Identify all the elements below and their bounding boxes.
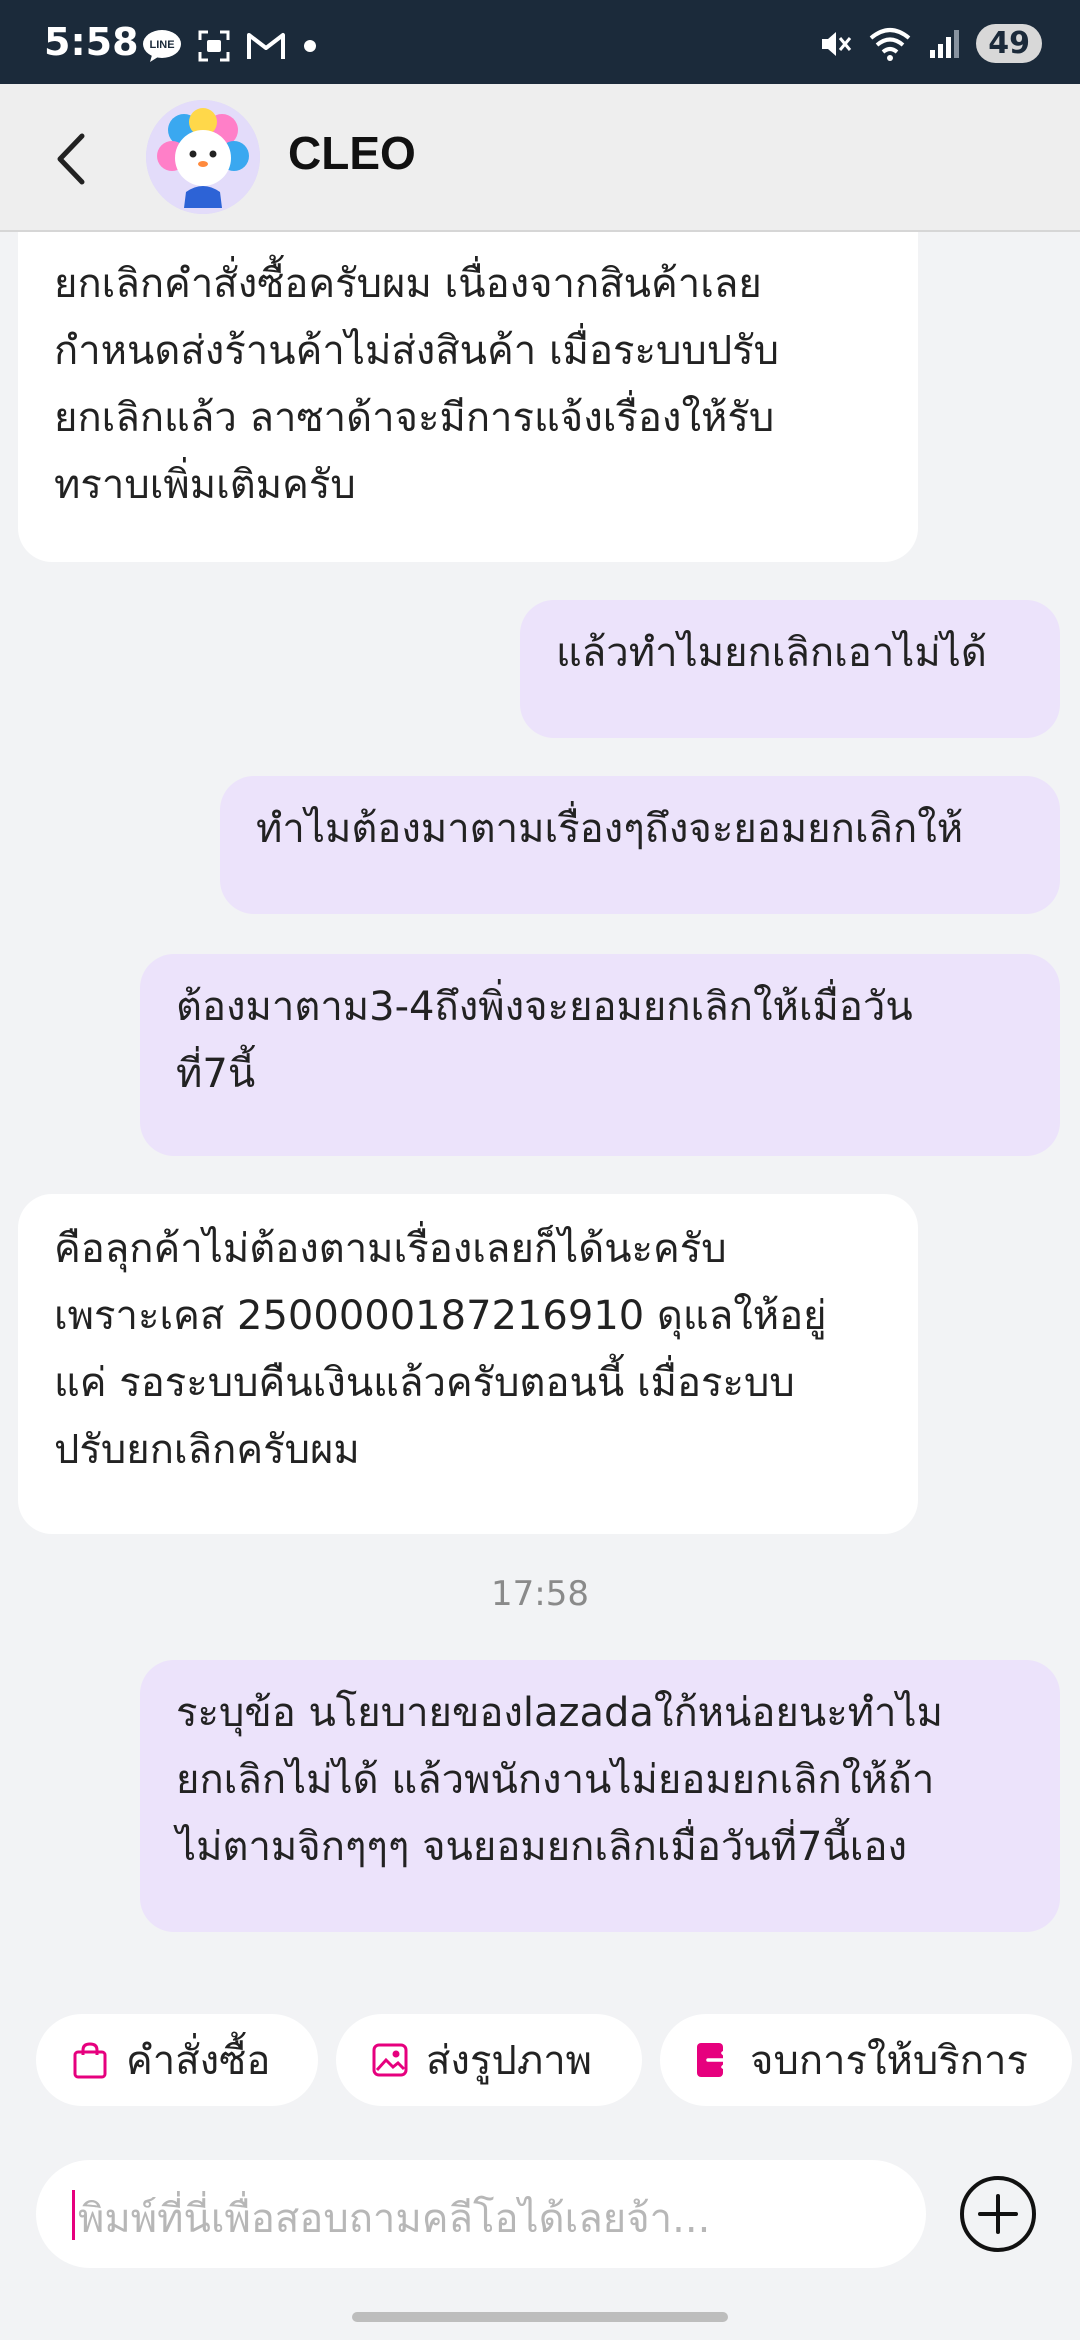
status-time: 5:58 [44, 20, 139, 64]
message-line: ต้องมาตาม3-4ถึงพิ่งจะยอมยกเลิกให้เมื่อวั… [176, 984, 913, 1030]
exit-icon [697, 2043, 732, 2077]
message-line: แค่ รอระบบคืนเงินแล้วครับตอนนี้ เมื่อระบ… [54, 1360, 795, 1406]
message-line: ที่7นี้ [176, 1051, 256, 1097]
mute-icon [822, 31, 852, 56]
orders-chip[interactable]: คำสั่งซื้อ [36, 2014, 318, 2106]
status-bar: 5:58 LINE 49 [0, 0, 1080, 84]
message-line: ไม่ตามจิกๆๆๆ จนยอมยกเลิกเมื่อวันที่7นี้เ… [176, 1824, 908, 1870]
incoming-message: 2500000187216910 ได้ส่งต่อเรื่อง ยกเลิกค… [18, 232, 918, 562]
message-line: 2500000187216910 ได้ส่งต่อเรื่อง [54, 232, 882, 251]
message-line: กำหนดส่งร้านค้าไม่ส่งสินค้า เมื่อระบบปรั… [54, 328, 780, 374]
quick-actions: คำสั่งซื้อ ส่งรูปภาพ จบการให้บริการ [0, 2014, 1080, 2110]
message-line: ทราบเพิ่มเติมครับ [54, 462, 356, 508]
message-line: ยกเลิกแล้ว ลาซาด้าจะมีการแจ้งเรื่องให้รั… [54, 395, 775, 441]
chat-header: CLEO [0, 84, 1080, 232]
message-line: ยกเลิกคำสั่งซื้อครับผม เนื่องจากสินค้าเล… [54, 261, 762, 307]
message-line: ระบุข้อ นโยบายของlazadaใก้หน่อยนะทำไม [176, 1690, 943, 1736]
send-image-chip-label: ส่งรูปภาพ [426, 2038, 593, 2084]
message-line: เพราะเคส 2500000187216910 ดุแลให้อยู่ [54, 1293, 827, 1339]
end-service-chip-label: จบการให้บริการ [750, 2038, 1028, 2084]
message-line: แล้วทำไมยกเลิกเอาไม่ได้ [556, 630, 987, 676]
screenshot-icon [198, 30, 230, 62]
end-service-chip[interactable]: จบการให้บริการ [660, 2014, 1072, 2106]
outgoing-message: ทำไมต้องมาตามเรื่องๆถึงจะยอมยกเลิกให้ [220, 776, 1060, 914]
wifi-icon [869, 27, 911, 61]
message-timestamp: 17:58 [491, 1574, 589, 1614]
battery-indicator: 49 [976, 24, 1042, 63]
image-icon [372, 2043, 408, 2077]
notification-icons: LINE [142, 28, 320, 64]
input-placeholder: พิมพ์ที่นี่เพื่อสอบถามคลีโอได้เลยจ้า... [78, 2196, 711, 2242]
system-icons: 49 [818, 24, 1042, 63]
dot-icon [304, 40, 316, 52]
message-line: คือลุกค้าไม่ต้องตามเรื่องเลยก็ได้นะครับ [54, 1226, 727, 1272]
text-caret [72, 2190, 75, 2240]
message-line: ยกเลิกไม่ได้ แล้วพนักงานไม่ยอมยกเลิกให้ถ… [176, 1757, 935, 1803]
cleo-mascot-icon [146, 100, 260, 214]
outgoing-message: ต้องมาตาม3-4ถึงพิ่งจะยอมยกเลิกให้เมื่อวั… [140, 954, 1060, 1156]
outgoing-message: แล้วทำไมยกเลิกเอาไม่ได้ [520, 600, 1060, 738]
message-line: ปรับยกเลิกครับผม [54, 1427, 360, 1473]
avatar[interactable] [146, 100, 260, 214]
message-line: ทำไมต้องมาตามเรื่องๆถึงจะยอมยกเลิกให้ [256, 806, 964, 852]
shopping-bag-icon [73, 2042, 107, 2079]
add-attachment-button[interactable] [958, 2174, 1038, 2254]
chat-messages[interactable]: 2500000187216910 ได้ส่งต่อเรื่อง ยกเลิกค… [0, 232, 1080, 1992]
svg-text:LINE: LINE [149, 39, 174, 51]
orders-chip-label: คำสั่งซื้อ [126, 2038, 271, 2084]
send-image-chip[interactable]: ส่งรูปภาพ [336, 2014, 642, 2106]
back-button[interactable] [44, 124, 104, 194]
line-icon: LINE [143, 30, 181, 62]
message-input[interactable]: พิมพ์ที่นี่เพื่อสอบถามคลีโอได้เลยจ้า... [36, 2160, 926, 2268]
signal-icon [930, 29, 960, 58]
gmail-icon [247, 33, 285, 59]
home-indicator[interactable] [352, 2312, 728, 2322]
incoming-message: คือลุกค้าไม่ต้องตามเรื่องเลยก็ได้นะครับ … [18, 1194, 918, 1534]
outgoing-message: ระบุข้อ นโยบายของlazadaใก้หน่อยนะทำไม ยก… [140, 1660, 1060, 1932]
chat-title: CLEO [288, 127, 416, 179]
